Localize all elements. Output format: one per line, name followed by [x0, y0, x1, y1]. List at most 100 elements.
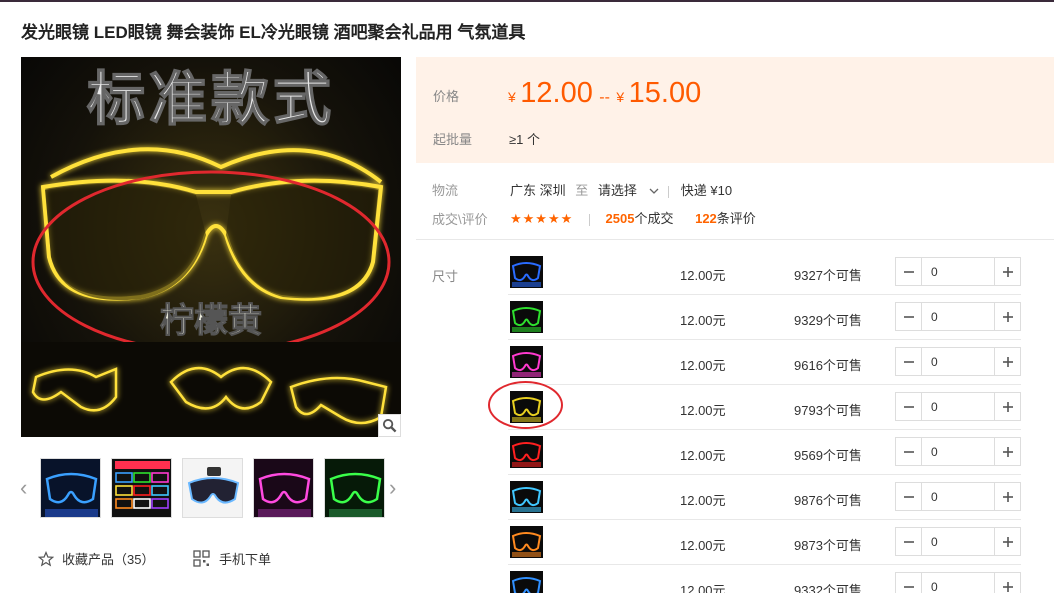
favorite-button[interactable]: 收藏产品（35）	[38, 549, 154, 568]
sku-price: 12.00元	[680, 493, 726, 508]
plus-icon[interactable]	[994, 393, 1020, 420]
sku-stock: 9873个可售	[794, 538, 862, 553]
deal-suffix: 个成交	[634, 211, 674, 226]
thumbnail-glasses-with-cable[interactable]	[182, 458, 243, 518]
minus-icon[interactable]	[896, 573, 922, 593]
star-outline-icon	[38, 550, 54, 566]
sku-row: 12.00元 9327个可售	[508, 250, 1021, 295]
sku-price: 12.00元	[680, 268, 726, 283]
quantity-input[interactable]	[922, 573, 992, 593]
price-label: 价格	[433, 89, 460, 104]
quantity-stepper	[895, 392, 1021, 421]
minus-icon[interactable]	[896, 393, 922, 420]
quantity-input[interactable]	[922, 258, 992, 285]
quantity-input[interactable]	[922, 483, 992, 510]
plus-icon[interactable]	[994, 348, 1020, 375]
product-title: 发光眼镜 LED眼镜 舞会装饰 EL冷光眼镜 酒吧聚会礼品用 气氛道具	[21, 23, 526, 42]
review-suffix: 条评价	[716, 211, 756, 226]
thumbnail-color-grid[interactable]	[111, 458, 172, 518]
quantity-input[interactable]	[922, 348, 992, 375]
magnifier-icon	[382, 418, 397, 433]
plus-icon[interactable]	[994, 303, 1020, 330]
deals-details: ★★★★★ 2505个成交 122条评价	[510, 208, 756, 227]
top-border	[0, 0, 1054, 2]
quantity-input[interactable]	[922, 303, 992, 330]
sku-price: 12.00元	[680, 313, 726, 328]
plus-icon[interactable]	[994, 483, 1020, 510]
sku-thumbnail[interactable]	[510, 256, 543, 288]
sku-price: 12.00元	[680, 583, 726, 593]
to-word: 至	[575, 183, 589, 198]
minus-icon[interactable]	[896, 258, 922, 285]
deals-label-wrap: 成交\评价	[432, 209, 488, 228]
price-min: 12.00	[520, 77, 593, 109]
price-range: ¥ 12.00 -- ¥ 15.00	[508, 77, 701, 110]
sku-row: 12.00元 9616个可售	[508, 340, 1021, 385]
sku-row: 12.00元 9873个可售	[508, 520, 1021, 565]
section-divider	[416, 239, 1054, 240]
price-max: 15.00	[628, 77, 702, 109]
sku-thumbnail[interactable]	[510, 526, 543, 558]
sku-thumbnail[interactable]	[510, 436, 543, 468]
sku-thumbnail[interactable]	[510, 391, 543, 423]
minus-icon[interactable]	[896, 303, 922, 330]
price-panel: 价格 ¥ 12.00 -- ¥ 15.00 起批量 ≥1 个	[416, 57, 1054, 163]
sku-stock: 9616个可售	[794, 358, 862, 373]
quantity-stepper	[895, 482, 1021, 511]
sku-stock: 9876个可售	[794, 493, 862, 508]
minus-icon[interactable]	[896, 348, 922, 375]
sku-label: 尺寸	[432, 269, 459, 284]
price-separator: --	[599, 89, 610, 106]
review-count-link[interactable]: 122条评价	[695, 211, 756, 226]
thumb-prev-arrow-icon[interactable]: ‹	[20, 475, 27, 501]
deal-count-link[interactable]: 2505个成交	[606, 211, 678, 226]
deals-label: 成交\评价	[432, 212, 488, 227]
sku-stock: 9329个可售	[794, 313, 862, 328]
moq-label: 起批量	[433, 132, 473, 147]
sku-row: 12.00元 9793个可售	[508, 385, 1021, 430]
quantity-input[interactable]	[922, 438, 992, 465]
sku-thumbnail[interactable]	[510, 346, 543, 378]
thumbnail-pink-glasses[interactable]	[253, 458, 314, 518]
thumbnail-blue-glasses[interactable]	[40, 458, 101, 518]
quantity-input[interactable]	[922, 393, 992, 420]
destination-select[interactable]: 请选择	[598, 183, 662, 198]
main-product-image[interactable]: 标准款式 柠檬黄	[21, 57, 401, 437]
sku-thumbnail[interactable]	[510, 571, 543, 593]
favorite-label: 收藏产品（35）	[62, 552, 155, 567]
minus-icon[interactable]	[896, 483, 922, 510]
quantity-stepper	[895, 257, 1021, 286]
quantity-stepper	[895, 347, 1021, 376]
sku-thumbnail[interactable]	[510, 481, 543, 513]
logistics-row: 物流	[432, 180, 458, 199]
color-text: 柠檬黄	[160, 301, 262, 341]
minus-icon[interactable]	[896, 438, 922, 465]
quantity-input[interactable]	[922, 528, 992, 555]
sku-price: 12.00元	[680, 448, 726, 463]
sku-row: 12.00元 9876个可售	[508, 475, 1021, 520]
divider	[588, 213, 590, 226]
thumbnail-strip	[40, 458, 385, 518]
sku-row: 12.00元 9332个可售	[508, 565, 1021, 593]
sku-row: 12.00元 9329个可售	[508, 295, 1021, 340]
logistics-label: 物流	[432, 183, 459, 198]
zoom-button[interactable]	[378, 414, 401, 437]
plus-icon[interactable]	[994, 258, 1020, 285]
thumbnail-green-glasses[interactable]	[324, 458, 385, 518]
quantity-stepper	[895, 572, 1021, 593]
sku-price: 12.00元	[680, 358, 726, 373]
plus-icon[interactable]	[994, 573, 1020, 593]
mobile-order-button[interactable]: 手机下单	[193, 549, 271, 568]
sku-price: 12.00元	[680, 403, 726, 418]
thumb-next-arrow-icon[interactable]: ›	[389, 475, 396, 501]
sku-stock: 9327个可售	[794, 268, 862, 283]
plus-icon[interactable]	[994, 528, 1020, 555]
minus-icon[interactable]	[896, 528, 922, 555]
rating-stars: ★★★★★	[510, 211, 574, 226]
ship-from: 广东 深圳	[510, 183, 566, 198]
plus-icon[interactable]	[994, 438, 1020, 465]
destination-select-label: 请选择	[597, 183, 637, 198]
quantity-stepper	[895, 302, 1021, 331]
sku-thumbnail[interactable]	[510, 301, 543, 333]
chevron-down-icon	[649, 183, 659, 198]
